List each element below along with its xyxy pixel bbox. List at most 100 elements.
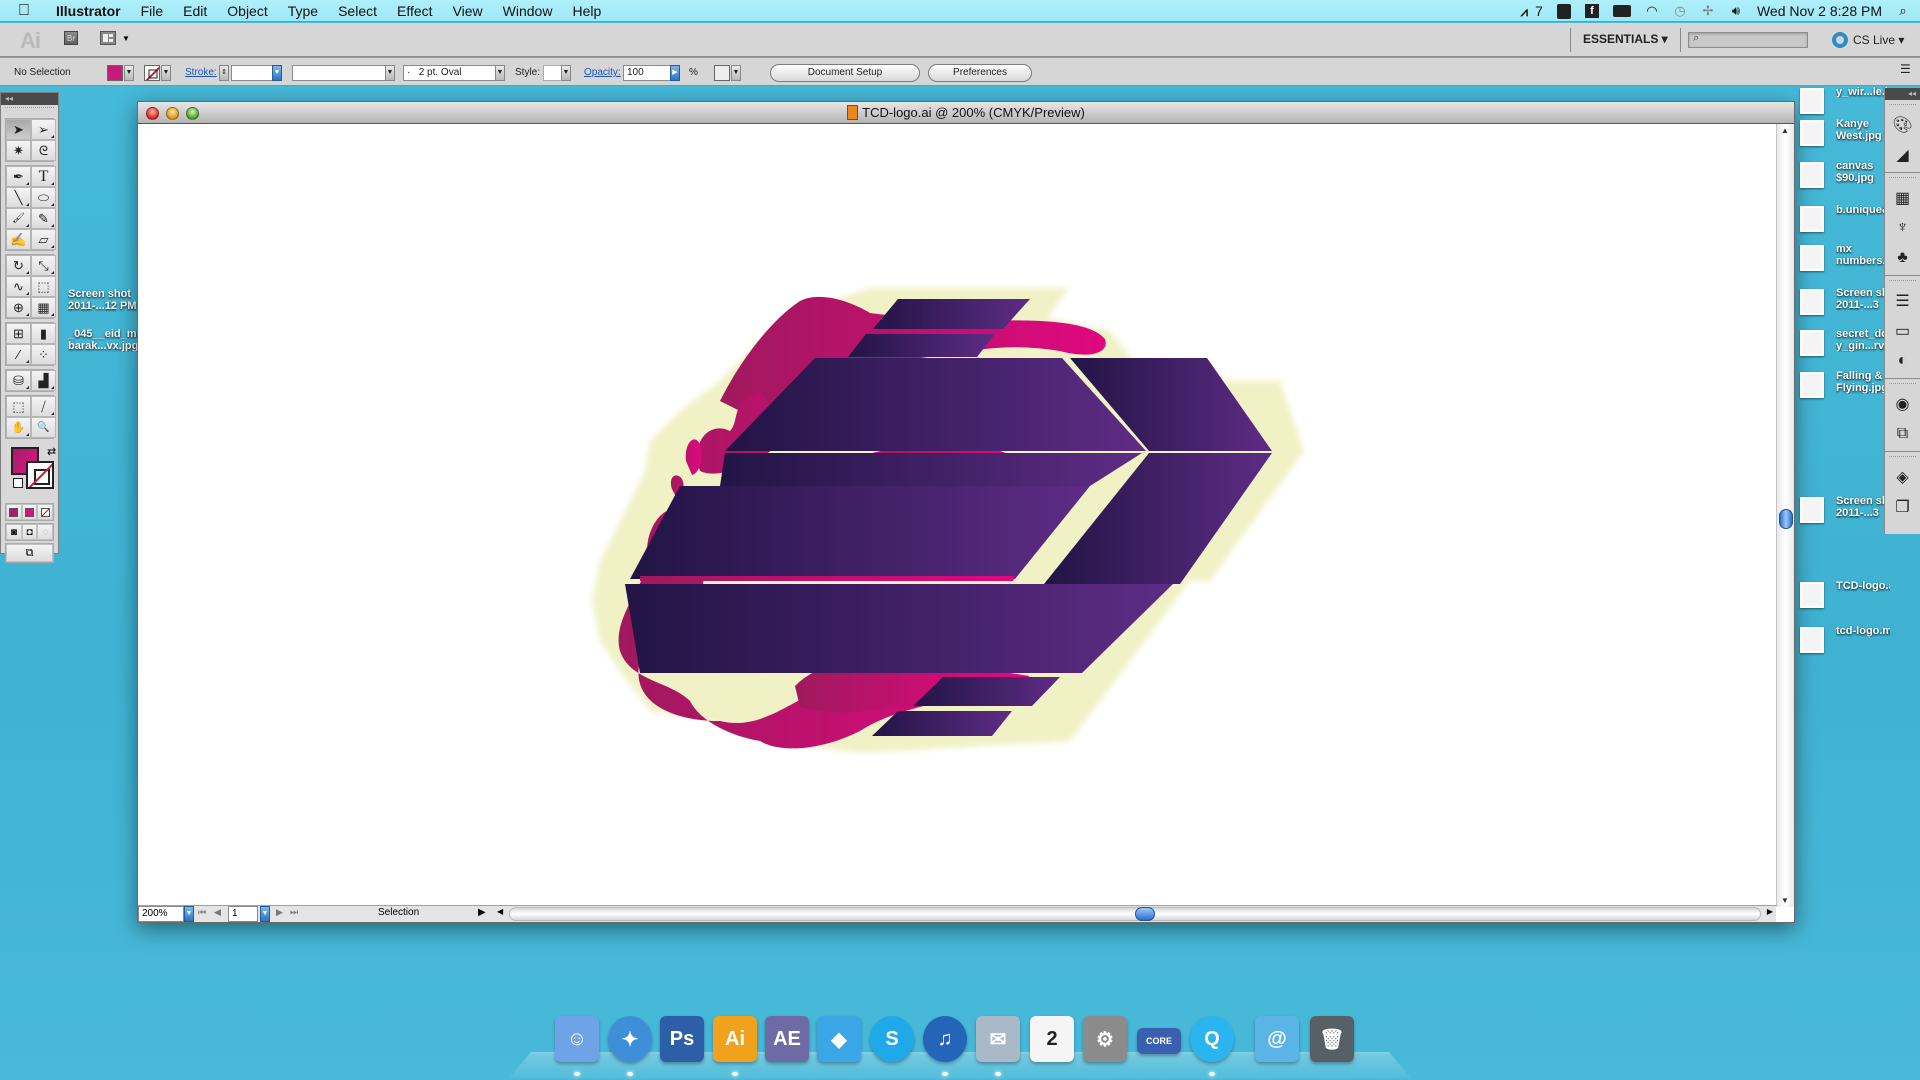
panel-grip[interactable] [1889,456,1916,460]
dock-system-preferences-icon[interactable]: ⚙ [1083,1016,1127,1062]
menu-select[interactable]: Select [328,3,387,19]
menu-illustrator[interactable]: Illustrator [54,3,131,19]
menu-file[interactable]: File [131,3,174,19]
dock-illustrator-icon[interactable]: Ai [713,1016,757,1062]
layers-icon[interactable]: ◈ [1885,462,1920,492]
eraser-tool[interactable]: ▱ [31,229,56,250]
last-artboard-icon[interactable]: ⏭ [290,907,298,918]
select-similar-icon[interactable] [714,65,730,81]
dock-photoshop-icon[interactable]: Ps [660,1016,704,1062]
brush-definition[interactable]: · 2 pt. Oval [403,65,503,81]
color-mode-button[interactable] [6,504,22,520]
calendar-menu-icon[interactable] [1612,5,1631,17]
scroll-up-icon[interactable]: ▲ [1781,126,1789,135]
previous-artboard-icon[interactable]: ◀ [214,907,221,918]
control-panel-menu-icon[interactable]: ☰ [1900,62,1911,76]
spotlight-icon[interactable]: ⌕ [1896,3,1910,19]
gradient-icon[interactable]: ▭ [1885,316,1920,346]
magic-wand-tool[interactable]: ✷ [6,140,31,161]
opacity-link[interactable]: Opacity: [584,67,621,78]
screen-mode-icon[interactable]: ⧉ [6,544,53,562]
zoom-level-input[interactable]: 200% [138,906,184,922]
menu-type[interactable]: Type [278,3,328,19]
warp-tool[interactable]: ∿ [6,276,31,297]
draw-inside-icon[interactable]: ◌ [37,524,54,540]
artboard-tool[interactable]: ⬚ [6,396,31,417]
dock-skype-icon[interactable]: S [870,1016,914,1062]
stroke-weight-stepper[interactable]: ⇕ [219,65,229,81]
dock-ical-icon[interactable]: 2 [1030,1016,1074,1062]
panel-grip[interactable] [1889,383,1916,387]
tools-panel-collapse[interactable]: ◂◂ [1,93,58,105]
scroll-left-icon[interactable]: ◀ [497,907,503,916]
opacity-input[interactable]: 100 [623,65,671,81]
perspective-grid-tool[interactable]: ▦ [31,297,56,318]
dock-itunes-icon[interactable]: ♫ [923,1016,967,1062]
panel-grip[interactable] [1889,280,1916,284]
selection-tool[interactable]: ➤ [6,119,31,140]
eyedropper-tool[interactable]: ⁄ [6,344,31,365]
ellipse-tool[interactable]: ⬭ [31,187,56,208]
gradient-tool[interactable]: ▮ [31,323,56,344]
dock-dashboard-app-icon[interactable]: ◆ [817,1016,861,1062]
lasso-tool[interactable]: ᘓ [31,140,56,161]
dock-after-effects-icon[interactable]: AE [765,1016,809,1062]
graphic-style-dropdown-icon[interactable]: ▼ [561,65,571,81]
brush-dropdown-icon[interactable]: ▼ [495,65,505,81]
gradient-mode-button[interactable] [21,504,38,520]
pen-tool[interactable]: ✒ [6,166,31,187]
dock-address-folder-icon[interactable]: @ [1255,1016,1299,1062]
wifi-icon[interactable]: ◠ [1645,3,1659,19]
symbol-sprayer-tool[interactable]: ⛁ [6,370,31,391]
type-tool[interactable]: T [31,166,56,187]
menu-view[interactable]: View [443,3,493,19]
horizontal-scrollbar[interactable]: ◀ ▶ [495,907,1775,921]
menu-window[interactable]: Window [493,3,563,19]
direct-selection-tool[interactable]: ➢ [31,119,56,140]
dock-mail-icon[interactable]: ✉ [976,1016,1020,1062]
fill-color-swatch[interactable] [107,65,123,81]
panel-grip[interactable] [1889,177,1916,181]
draw-behind-icon[interactable]: ◘ [21,524,38,540]
dock-core-app-icon[interactable]: CORE [1137,1028,1181,1054]
status-menu-icon[interactable]: ▶ [478,907,486,918]
zoom-tool[interactable]: 🔍 [31,417,56,438]
next-artboard-icon[interactable]: ▶ [276,907,283,918]
artboard-canvas[interactable] [138,124,1776,907]
transparency-icon[interactable]: ◐ [1885,346,1920,376]
close-window-button[interactable] [146,107,159,120]
dock-quicktime-icon[interactable]: Q [1190,1016,1234,1062]
time-machine-icon[interactable]: ◷ [1673,3,1687,19]
document-title-bar[interactable]: TCD-logo.ai @ 200% (CMYK/Preview) [138,102,1794,124]
desktop-file[interactable]: TCD-logo.ai [1800,580,1900,616]
artboard-number-input[interactable]: 1 [228,906,258,922]
menu-effect[interactable]: Effect [387,3,443,19]
column-graph-tool[interactable]: ▟ [31,370,56,391]
bridge-button[interactable]: Br [64,31,78,45]
dock-trash-icon[interactable]: 🗑 [1310,1016,1354,1062]
color-panel-icon[interactable]: 🎨︎ [1885,110,1920,140]
arrange-documents-icon[interactable] [100,31,116,45]
slice-tool[interactable]: ⧸ [31,396,56,417]
blob-brush-tool[interactable]: ✍ [6,229,31,250]
menu-help[interactable]: Help [562,3,611,19]
line-tool[interactable]: ╲ [6,187,31,208]
mesh-tool[interactable]: ⊞ [6,323,31,344]
workspace-switcher[interactable]: ESSENTIALS ▾ [1583,32,1668,46]
dock-safari-icon[interactable]: ✦ [608,1016,652,1062]
apple-menu-icon[interactable]:  [18,2,36,19]
select-similar-dropdown-icon[interactable]: ▼ [731,65,741,81]
tools-panel-grip[interactable] [5,107,54,115]
panel-grip[interactable] [1889,104,1916,108]
variable-width-dropdown-icon[interactable]: ▼ [385,65,395,81]
free-transform-tool[interactable]: ⬚ [31,276,56,297]
minimize-window-button[interactable] [166,107,179,120]
scale-tool[interactable]: ⤡ [31,255,56,276]
stroke-panel-link[interactable]: Stroke: [185,67,217,78]
clock[interactable]: Wed Nov 2 8:28 PM [1757,3,1882,19]
color-guide-icon[interactable]: ◢ [1885,140,1920,170]
phone-icon[interactable] [1556,3,1571,19]
stroke-weight-input[interactable] [231,65,276,81]
brushes-icon[interactable]: ♆ [1885,213,1920,243]
vertical-scroll-thumb[interactable] [1779,509,1793,529]
